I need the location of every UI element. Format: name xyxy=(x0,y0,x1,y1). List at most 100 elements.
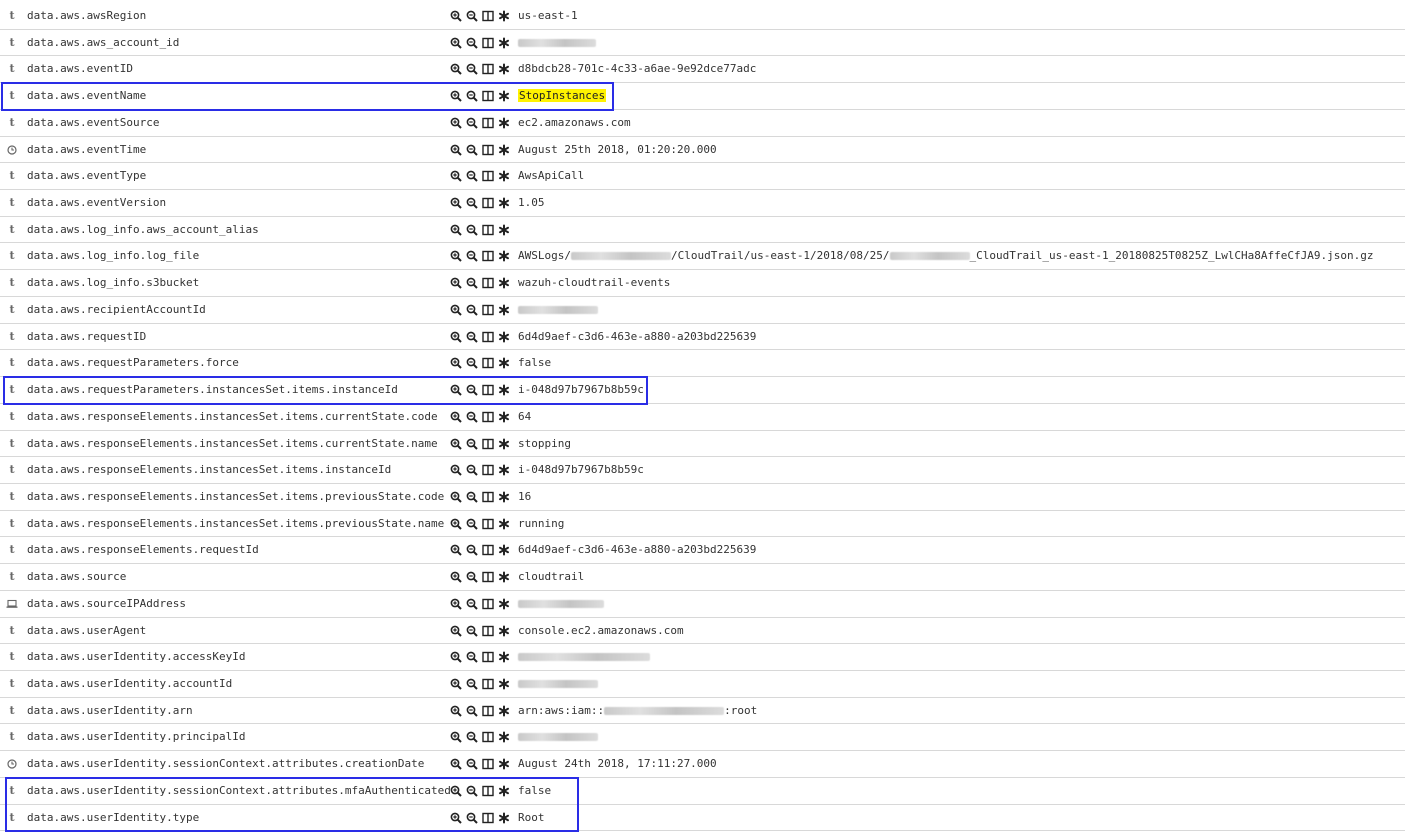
toggle-column-icon[interactable] xyxy=(481,277,494,290)
filter-exists-icon[interactable] xyxy=(497,170,510,183)
filter-out-value-icon[interactable] xyxy=(465,811,478,824)
filter-out-value-icon[interactable] xyxy=(465,758,478,771)
filter-out-value-icon[interactable] xyxy=(465,170,478,183)
filter-for-value-icon[interactable] xyxy=(449,464,462,477)
filter-out-value-icon[interactable] xyxy=(465,464,478,477)
filter-out-value-icon[interactable] xyxy=(465,784,478,797)
filter-for-value-icon[interactable] xyxy=(449,90,462,103)
filter-for-value-icon[interactable] xyxy=(449,811,462,824)
toggle-column-icon[interactable] xyxy=(481,464,494,477)
filter-exists-icon[interactable] xyxy=(497,517,510,530)
filter-out-value-icon[interactable] xyxy=(465,330,478,343)
filter-for-value-icon[interactable] xyxy=(449,597,462,610)
filter-for-value-icon[interactable] xyxy=(449,303,462,316)
filter-for-value-icon[interactable] xyxy=(449,490,462,503)
filter-for-value-icon[interactable] xyxy=(449,384,462,397)
filter-out-value-icon[interactable] xyxy=(465,410,478,423)
toggle-column-icon[interactable] xyxy=(481,223,494,236)
filter-out-value-icon[interactable] xyxy=(465,250,478,263)
filter-out-value-icon[interactable] xyxy=(465,624,478,637)
filter-for-value-icon[interactable] xyxy=(449,410,462,423)
toggle-column-icon[interactable] xyxy=(481,651,494,664)
filter-exists-icon[interactable] xyxy=(497,651,510,664)
filter-for-value-icon[interactable] xyxy=(449,250,462,263)
toggle-column-icon[interactable] xyxy=(481,90,494,103)
toggle-column-icon[interactable] xyxy=(481,197,494,210)
filter-exists-icon[interactable] xyxy=(497,330,510,343)
filter-exists-icon[interactable] xyxy=(497,223,510,236)
filter-for-value-icon[interactable] xyxy=(449,624,462,637)
filter-out-value-icon[interactable] xyxy=(465,731,478,744)
filter-for-value-icon[interactable] xyxy=(449,223,462,236)
toggle-column-icon[interactable] xyxy=(481,330,494,343)
filter-exists-icon[interactable] xyxy=(497,277,510,290)
filter-for-value-icon[interactable] xyxy=(449,36,462,49)
filter-exists-icon[interactable] xyxy=(497,90,510,103)
filter-for-value-icon[interactable] xyxy=(449,63,462,76)
filter-exists-icon[interactable] xyxy=(497,731,510,744)
filter-for-value-icon[interactable] xyxy=(449,517,462,530)
filter-out-value-icon[interactable] xyxy=(465,490,478,503)
filter-exists-icon[interactable] xyxy=(497,597,510,610)
filter-exists-icon[interactable] xyxy=(497,384,510,397)
filter-exists-icon[interactable] xyxy=(497,303,510,316)
filter-for-value-icon[interactable] xyxy=(449,704,462,717)
filter-for-value-icon[interactable] xyxy=(449,784,462,797)
filter-out-value-icon[interactable] xyxy=(465,63,478,76)
toggle-column-icon[interactable] xyxy=(481,784,494,797)
toggle-column-icon[interactable] xyxy=(481,410,494,423)
toggle-column-icon[interactable] xyxy=(481,544,494,557)
filter-for-value-icon[interactable] xyxy=(449,731,462,744)
toggle-column-icon[interactable] xyxy=(481,517,494,530)
filter-exists-icon[interactable] xyxy=(497,571,510,584)
filter-for-value-icon[interactable] xyxy=(449,10,462,23)
filter-for-value-icon[interactable] xyxy=(449,651,462,664)
filter-exists-icon[interactable] xyxy=(497,758,510,771)
filter-for-value-icon[interactable] xyxy=(449,357,462,370)
toggle-column-icon[interactable] xyxy=(481,490,494,503)
filter-exists-icon[interactable] xyxy=(497,410,510,423)
filter-exists-icon[interactable] xyxy=(497,544,510,557)
filter-out-value-icon[interactable] xyxy=(465,357,478,370)
toggle-column-icon[interactable] xyxy=(481,731,494,744)
toggle-column-icon[interactable] xyxy=(481,677,494,690)
filter-exists-icon[interactable] xyxy=(497,250,510,263)
filter-exists-icon[interactable] xyxy=(497,490,510,503)
toggle-column-icon[interactable] xyxy=(481,116,494,129)
filter-out-value-icon[interactable] xyxy=(465,90,478,103)
filter-out-value-icon[interactable] xyxy=(465,143,478,156)
filter-exists-icon[interactable] xyxy=(497,357,510,370)
filter-for-value-icon[interactable] xyxy=(449,544,462,557)
filter-out-value-icon[interactable] xyxy=(465,10,478,23)
filter-exists-icon[interactable] xyxy=(497,63,510,76)
filter-exists-icon[interactable] xyxy=(497,197,510,210)
filter-out-value-icon[interactable] xyxy=(465,517,478,530)
filter-exists-icon[interactable] xyxy=(497,677,510,690)
filter-out-value-icon[interactable] xyxy=(465,36,478,49)
toggle-column-icon[interactable] xyxy=(481,704,494,717)
toggle-column-icon[interactable] xyxy=(481,357,494,370)
toggle-column-icon[interactable] xyxy=(481,811,494,824)
toggle-column-icon[interactable] xyxy=(481,597,494,610)
toggle-column-icon[interactable] xyxy=(481,170,494,183)
filter-out-value-icon[interactable] xyxy=(465,303,478,316)
filter-exists-icon[interactable] xyxy=(497,784,510,797)
filter-exists-icon[interactable] xyxy=(497,624,510,637)
filter-out-value-icon[interactable] xyxy=(465,116,478,129)
filter-for-value-icon[interactable] xyxy=(449,330,462,343)
toggle-column-icon[interactable] xyxy=(481,250,494,263)
filter-exists-icon[interactable] xyxy=(497,143,510,156)
filter-exists-icon[interactable] xyxy=(497,10,510,23)
filter-exists-icon[interactable] xyxy=(497,116,510,129)
filter-for-value-icon[interactable] xyxy=(449,143,462,156)
filter-out-value-icon[interactable] xyxy=(465,571,478,584)
filter-exists-icon[interactable] xyxy=(497,704,510,717)
filter-exists-icon[interactable] xyxy=(497,36,510,49)
filter-out-value-icon[interactable] xyxy=(465,384,478,397)
filter-out-value-icon[interactable] xyxy=(465,704,478,717)
filter-out-value-icon[interactable] xyxy=(465,197,478,210)
filter-exists-icon[interactable] xyxy=(497,437,510,450)
filter-out-value-icon[interactable] xyxy=(465,597,478,610)
filter-out-value-icon[interactable] xyxy=(465,677,478,690)
toggle-column-icon[interactable] xyxy=(481,303,494,316)
